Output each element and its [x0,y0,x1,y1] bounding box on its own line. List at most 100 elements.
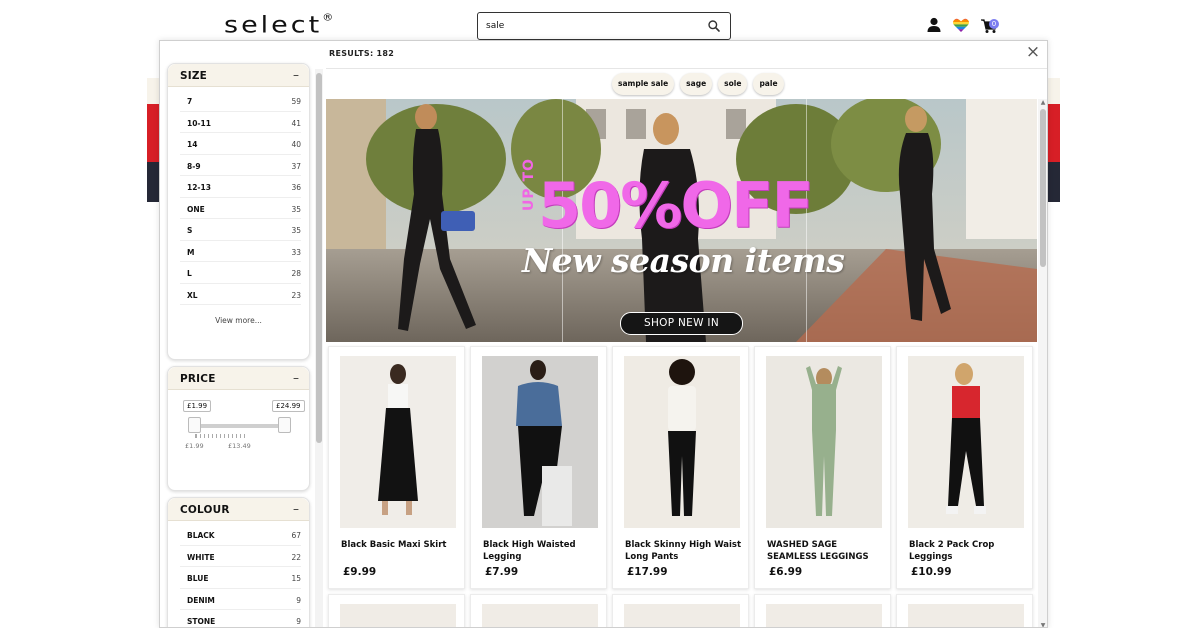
product-card[interactable] [612,594,749,627]
size-option[interactable]: ONE 35 [180,198,301,219]
price-slider-max-handle[interactable] [278,417,291,433]
scroll-up-icon[interactable]: ▲ [1039,99,1047,106]
size-option[interactable]: 8-9 37 [180,155,301,176]
price-slider-ticks [195,434,245,438]
size-option-count: 33 [291,247,301,257]
product-name: Black 2 Pack Crop Leggings [909,540,995,562]
product-card[interactable] [328,594,465,627]
size-option[interactable]: S 35 [180,219,301,241]
size-option-label: ONE [187,204,205,214]
colour-option[interactable]: WHITE 22 [180,546,301,567]
product-image [908,356,1024,528]
size-option-count: 35 [291,226,301,235]
size-option-count: 28 [291,269,301,278]
product-image [766,604,882,627]
search-bar[interactable] [477,12,731,40]
product-image [340,604,456,627]
search-icon[interactable] [707,19,721,33]
heart-icon[interactable] [952,16,970,34]
price-filter-header[interactable]: PRICE – [168,367,309,390]
search-results-modal: RESULTS: 182 × SIZE – 7 59 10-11 41 14 40 8… [159,40,1048,628]
size-filter-header[interactable]: SIZE – [168,64,309,87]
collapse-icon[interactable]: – [293,68,299,82]
size-option[interactable]: 12-13 36 [180,176,301,198]
colour-option[interactable]: STONE 9 [180,610,301,627]
product-card[interactable]: Black 2 Pack Crop Leggings £10.99 [896,346,1033,589]
cart-count-badge: 0 [989,19,999,29]
product-card[interactable]: WASHED SAGE SEAMLESS LEGGINGS £6.99 [754,346,891,589]
size-option-label: 12-13 [187,183,211,192]
size-option-count: 37 [291,161,301,171]
size-option-label: 10-11 [187,118,211,128]
product-price: £7.99 [485,566,519,578]
colour-filter-header[interactable]: COLOUR – [168,498,309,521]
header-divider [326,68,1047,69]
search-input[interactable] [486,18,696,34]
suggestion-chip[interactable]: sole [718,73,748,95]
price-max-box[interactable]: £24.99 [272,400,305,412]
collapse-icon[interactable]: – [293,371,299,385]
size-option[interactable]: 10-11 41 [180,112,301,133]
colour-option-label: BLUE [187,574,209,583]
logo-mark: ® [322,12,337,24]
size-option-label: 8-9 [187,161,201,171]
results-count: RESULTS: 182 [329,49,395,58]
suggestion-chip[interactable]: sample sale [612,73,675,95]
banner-tagline: New season items [522,241,845,280]
product-card[interactable]: Black Skinny High Waist Long Pants £17.9… [612,346,749,589]
site-logo[interactable]: select® [224,12,336,38]
colour-option-count: 67 [291,531,301,540]
sidebar-scrollbar[interactable] [315,69,323,627]
product-image [340,356,456,528]
suggestion-chip[interactable]: sage [680,73,713,95]
size-option[interactable]: 14 40 [180,133,301,155]
promo-banner[interactable]: UP TO 50%OFF New season items SHOP NEW I… [326,99,1037,342]
product-card[interactable]: Black Basic Maxi Skirt £9.99 [328,346,465,589]
size-option[interactable]: M 33 [180,241,301,262]
colour-option[interactable]: BLUE 15 [180,567,301,589]
product-card[interactable]: Black High Waisted Legging £7.99 [470,346,607,589]
product-name: Black Basic Maxi Skirt [341,540,447,550]
product-image [624,604,740,627]
shop-new-in-button[interactable]: SHOP NEW IN [620,312,743,335]
sidebar-scroll-thumb[interactable] [316,73,322,443]
results-scroll-thumb[interactable] [1040,109,1046,267]
size-option-label: L [187,269,192,278]
scroll-down-icon[interactable]: ▼ [1039,622,1047,627]
size-option-count: 40 [291,140,301,149]
size-option-label: 7 [187,97,193,106]
colour-option-count: 9 [296,595,301,605]
colour-option-count: 15 [291,574,301,583]
user-icon[interactable] [925,16,943,34]
page: select® 0 RESULTS: 182 × [0,0,1200,628]
size-option[interactable]: 7 59 [180,90,301,112]
banner-up-to: UP TO [521,158,537,211]
product-image [766,356,882,528]
size-option[interactable]: XL 23 [180,284,301,305]
banner-discount: 50%OFF [538,169,814,242]
filter-sidebar: SIZE – 7 59 10-11 41 14 40 8-9 37 12-13 36 ON… [160,61,325,627]
product-card[interactable] [754,594,891,627]
colour-option[interactable]: BLACK 67 [180,524,301,546]
size-option-count: 23 [291,290,301,300]
price-tick-min: £1.99 [185,442,204,450]
size-option[interactable]: L 28 [180,262,301,284]
colour-option[interactable]: DENIM 9 [180,589,301,610]
size-filter-panel: SIZE – 7 59 10-11 41 14 40 8-9 37 12-13 36 ON… [167,63,310,360]
product-image [482,356,598,528]
price-slider-track[interactable] [195,424,287,428]
results-scrollbar[interactable]: ▲ ▼ [1038,99,1047,627]
product-image [908,604,1024,627]
colour-option-label: BLACK [187,531,215,540]
view-more-link[interactable]: View more... [168,316,309,325]
product-card[interactable] [896,594,1033,627]
suggestion-chips: sample sale sage sole pale [612,73,784,95]
product-card[interactable] [470,594,607,627]
suggestion-chip[interactable]: pale [753,73,784,95]
close-icon[interactable]: × [1025,44,1041,61]
price-slider-min-handle[interactable] [188,417,201,433]
collapse-icon[interactable]: – [293,502,299,516]
price-min-box[interactable]: £1.99 [183,400,212,412]
product-name: Black Skinny High Waist Long Pants [625,540,742,562]
colour-option-label: STONE [187,617,216,626]
